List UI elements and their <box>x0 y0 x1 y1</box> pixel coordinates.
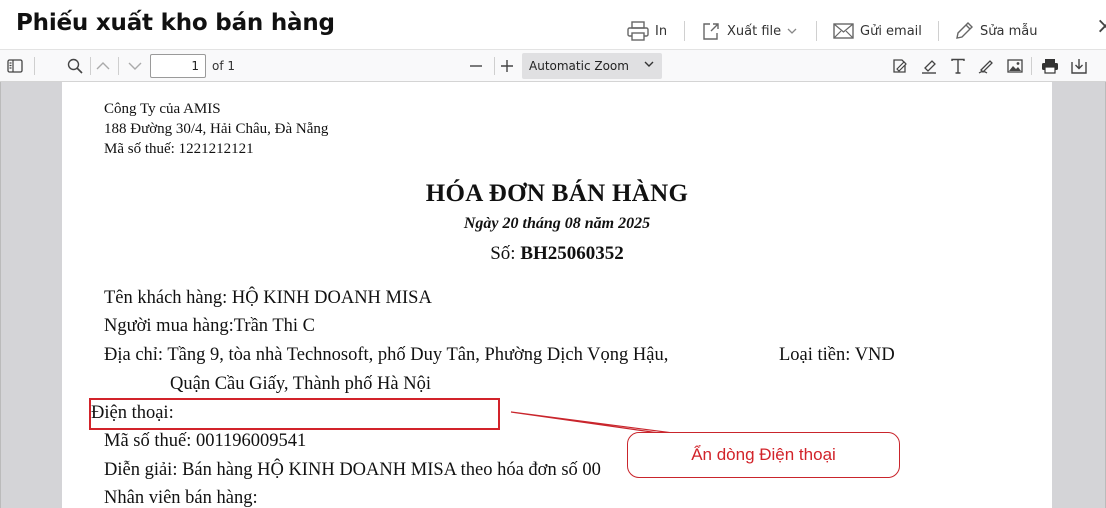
callout-text: Ẩn dòng Điện thoại <box>691 445 836 464</box>
annotation-callout: Ẩn dòng Điện thoại <box>627 432 900 478</box>
highlight-box <box>89 398 500 430</box>
callout-leader-line <box>510 411 705 438</box>
